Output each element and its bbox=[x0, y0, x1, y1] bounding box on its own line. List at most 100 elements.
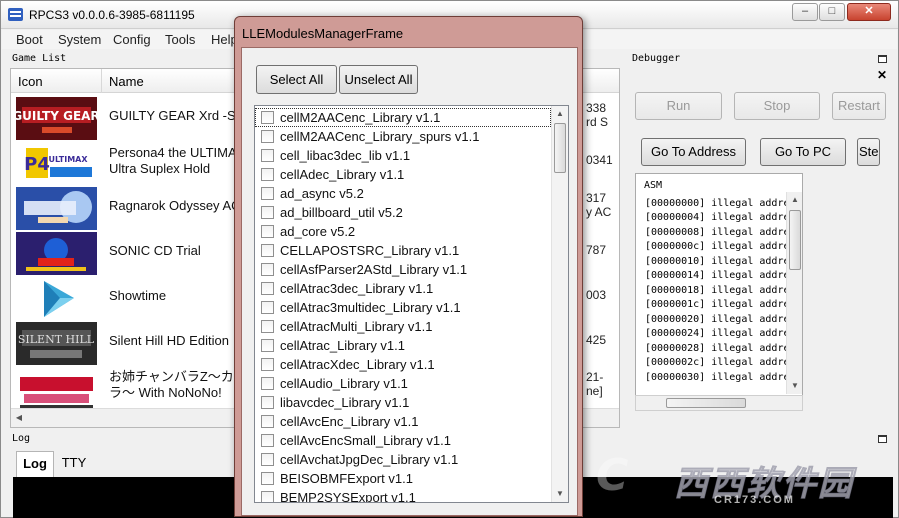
close-button[interactable]: ✕ bbox=[847, 3, 891, 21]
maximize-button[interactable]: □ bbox=[819, 3, 845, 21]
asm-line[interactable]: [00000030] illegal address bbox=[645, 372, 802, 383]
asm-line[interactable]: [00000018] illegal address bbox=[645, 285, 802, 296]
asm-line[interactable]: [00000020] illegal address bbox=[645, 314, 802, 325]
module-checkbox[interactable] bbox=[261, 453, 274, 466]
module-checkbox[interactable] bbox=[261, 187, 274, 200]
module-item[interactable]: cellAvcEncSmall_Library v1.1 bbox=[255, 431, 551, 450]
module-item[interactable]: cellM2AACenc_Library_spurs v1.1 bbox=[255, 127, 551, 146]
menu-system[interactable]: System bbox=[58, 32, 101, 47]
minimize-button[interactable]: – bbox=[792, 3, 818, 21]
menu-boot[interactable]: Boot bbox=[16, 32, 43, 47]
module-item[interactable]: cellAtrac3multidec_Library v1.1 bbox=[255, 298, 551, 317]
asm-vertical-scrollbar[interactable]: ▲ ▼ bbox=[786, 192, 802, 394]
unselect-all-button[interactable]: Unselect All bbox=[339, 65, 418, 94]
module-list-scroll-thumb[interactable] bbox=[554, 123, 566, 173]
module-checkbox[interactable] bbox=[261, 377, 274, 390]
run-button[interactable]: Run bbox=[635, 92, 722, 120]
module-checkbox[interactable] bbox=[261, 225, 274, 238]
asm-line[interactable]: [00000028] illegal address bbox=[645, 343, 802, 354]
asm-line[interactable]: [00000014] illegal address bbox=[645, 270, 802, 281]
module-checkbox[interactable] bbox=[261, 491, 274, 502]
module-item[interactable]: BEISOBMFExport v1.1 bbox=[255, 469, 551, 488]
module-checkbox[interactable] bbox=[261, 339, 274, 352]
module-item[interactable]: libavcdec_Library v1.1 bbox=[255, 393, 551, 412]
module-item[interactable]: BEMP2SYSExport v1.1 bbox=[255, 488, 551, 502]
column-header-icon[interactable]: Icon bbox=[18, 74, 43, 89]
module-item[interactable]: ad_core v5.2 bbox=[255, 222, 551, 241]
unselect-all-label: Unselect All bbox=[344, 72, 413, 87]
step-button[interactable]: Step bbox=[857, 138, 880, 166]
module-item[interactable]: cellAtracXdec_Library v1.1 bbox=[255, 355, 551, 374]
asm-scroll-thumb[interactable] bbox=[789, 210, 801, 270]
tab-tty[interactable]: TTY bbox=[56, 451, 92, 477]
column-separator[interactable] bbox=[101, 69, 102, 93]
scroll-down-arrow-icon[interactable]: ▼ bbox=[787, 378, 802, 394]
module-checkbox[interactable] bbox=[261, 244, 274, 257]
module-checkbox[interactable] bbox=[261, 434, 274, 447]
asm-line[interactable]: [00000000] illegal address bbox=[645, 198, 802, 209]
module-item[interactable]: cell_libac3dec_lib v1.1 bbox=[255, 146, 551, 165]
module-item[interactable]: ad_billboard_util v5.2 bbox=[255, 203, 551, 222]
module-item[interactable]: cellAsfParser2AStd_Library v1.1 bbox=[255, 260, 551, 279]
module-item[interactable]: cellAvcEnc_Library v1.1 bbox=[255, 412, 551, 431]
module-item[interactable]: CELLAPOSTSRC_Library v1.1 bbox=[255, 241, 551, 260]
module-checkbox[interactable] bbox=[261, 282, 274, 295]
module-checkbox[interactable] bbox=[261, 358, 274, 371]
asm-listing[interactable]: ASM [00000000] illegal address [00000004… bbox=[635, 173, 803, 397]
module-label: cellAtrac_Library v1.1 bbox=[280, 338, 405, 353]
restart-button[interactable]: Restart bbox=[832, 92, 886, 120]
module-checkbox[interactable] bbox=[261, 206, 274, 219]
module-item[interactable]: cellAdec_Library v1.1 bbox=[255, 165, 551, 184]
module-item[interactable]: cellM2AACenc_Library v1.1 bbox=[255, 108, 551, 127]
asm-line[interactable]: [0000001c] illegal address bbox=[645, 299, 802, 310]
go-to-pc-button[interactable]: Go To PC bbox=[760, 138, 846, 166]
step-button-label: Step bbox=[859, 144, 879, 159]
debugger-dock-float-icon[interactable] bbox=[878, 55, 887, 63]
module-checkbox[interactable] bbox=[261, 130, 274, 143]
module-item[interactable]: ad_async v5.2 bbox=[255, 184, 551, 203]
asm-line[interactable]: [0000002c] illegal address bbox=[645, 357, 802, 368]
asm-hscroll-thumb[interactable] bbox=[666, 398, 746, 408]
go-to-address-button[interactable]: Go To Address bbox=[641, 138, 746, 166]
module-checkbox[interactable] bbox=[261, 472, 274, 485]
select-all-button[interactable]: Select All bbox=[256, 65, 337, 94]
tab-log[interactable]: Log bbox=[16, 451, 54, 477]
debugger-close-icon[interactable]: ✕ bbox=[877, 68, 887, 82]
module-list-vertical-scrollbar[interactable]: ▲ ▼ bbox=[551, 106, 568, 502]
menu-config[interactable]: Config bbox=[113, 32, 151, 47]
module-item[interactable]: cellAtrac3dec_Library v1.1 bbox=[255, 279, 551, 298]
module-checkbox[interactable] bbox=[261, 301, 274, 314]
stop-button[interactable]: Stop bbox=[734, 92, 820, 120]
module-checkbox[interactable] bbox=[261, 320, 274, 333]
module-checklist[interactable]: cellM2AACenc_Library v1.1 cellM2AACenc_L… bbox=[254, 105, 569, 503]
module-item[interactable]: cellAudio_Library v1.1 bbox=[255, 374, 551, 393]
dialog-title[interactable]: LLEModulesManagerFrame bbox=[242, 26, 403, 41]
module-checkbox[interactable] bbox=[261, 415, 274, 428]
asm-line[interactable]: [00000010] illegal address bbox=[645, 256, 802, 267]
scroll-left-arrow-icon[interactable]: ◀ bbox=[11, 410, 27, 426]
module-checkbox[interactable] bbox=[261, 168, 274, 181]
log-dock-float-icon[interactable] bbox=[878, 435, 887, 443]
scroll-up-arrow-icon[interactable]: ▲ bbox=[552, 106, 568, 122]
module-checkbox[interactable] bbox=[261, 396, 274, 409]
scroll-up-arrow-icon[interactable]: ▲ bbox=[787, 192, 802, 208]
menu-tools[interactable]: Tools bbox=[165, 32, 195, 47]
asm-horizontal-scrollbar[interactable] bbox=[635, 395, 803, 411]
module-checkbox[interactable] bbox=[261, 263, 274, 276]
asm-line[interactable]: [0000000c] illegal address bbox=[645, 241, 802, 252]
select-all-label: Select All bbox=[269, 72, 324, 87]
tab-tty-label: TTY bbox=[61, 455, 87, 470]
game-extra: 21- ne] bbox=[586, 370, 604, 398]
scroll-down-arrow-icon[interactable]: ▼ bbox=[552, 486, 568, 502]
module-item[interactable]: cellAtracMulti_Library v1.1 bbox=[255, 317, 551, 336]
module-checkbox[interactable] bbox=[261, 111, 274, 124]
asm-line[interactable]: [00000024] illegal address bbox=[645, 328, 802, 339]
column-header-name[interactable]: Name bbox=[109, 74, 144, 89]
module-checkbox[interactable] bbox=[261, 149, 274, 162]
game-extra: 003 bbox=[586, 288, 607, 302]
module-item[interactable]: cellAvchatJpgDec_Library v1.1 bbox=[255, 450, 551, 469]
module-item[interactable]: cellAtrac_Library v1.1 bbox=[255, 336, 551, 355]
module-label: CELLAPOSTSRC_Library v1.1 bbox=[280, 243, 460, 258]
asm-line[interactable]: [00000004] illegal address bbox=[645, 212, 802, 223]
asm-line[interactable]: [00000008] illegal address bbox=[645, 227, 802, 238]
